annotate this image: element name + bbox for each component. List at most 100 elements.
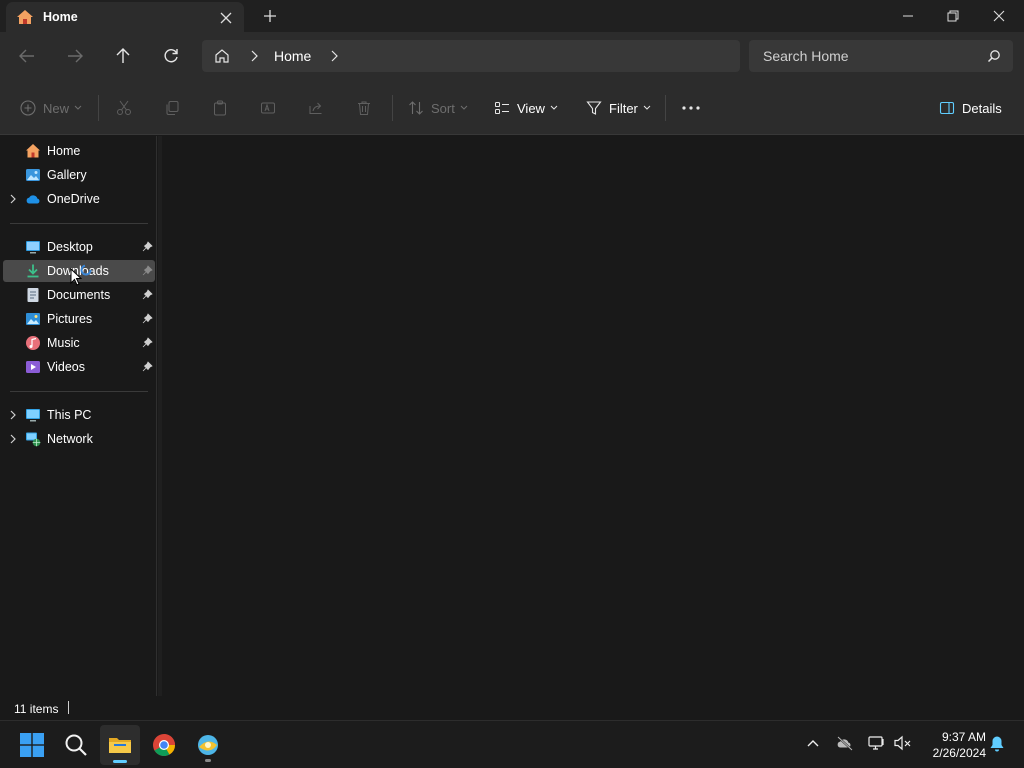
pin-icon[interactable] <box>142 241 153 252</box>
restore-button[interactable] <box>930 0 976 32</box>
home-outline-icon[interactable] <box>214 48 230 64</box>
more-options-button[interactable] <box>682 97 700 119</box>
sidebar-item-label: Music <box>47 336 80 350</box>
sidebar-item-gallery[interactable]: Gallery <box>3 164 155 186</box>
sidebar-item-label: Network <box>47 432 93 446</box>
cut-button[interactable] <box>116 97 132 119</box>
search-input[interactable]: Search Home <box>763 48 849 64</box>
details-button[interactable]: Details <box>939 97 1002 119</box>
new-tab-icon[interactable] <box>260 6 280 26</box>
sort-button[interactable]: Sort <box>408 97 468 119</box>
item-count: 11 items <box>14 702 59 716</box>
network-status-icon[interactable] <box>868 735 886 751</box>
sidebar-item-network[interactable]: Network <box>3 428 155 450</box>
running-indicator <box>205 759 211 762</box>
refresh-button[interactable] <box>159 44 183 68</box>
chevron-right-icon[interactable] <box>9 434 17 444</box>
chevron-right-icon[interactable] <box>9 194 17 204</box>
clock[interactable]: 9:37 AM 2/26/2024 <box>916 729 986 761</box>
sidebar-item-documents[interactable]: Documents <box>3 284 155 306</box>
start-button[interactable] <box>12 725 52 765</box>
status-bar: 11 items <box>0 696 1024 720</box>
breadcrumb-home[interactable]: Home <box>274 48 311 64</box>
chevron-down-icon <box>74 105 82 110</box>
sidebar-item-music[interactable]: Music <box>3 332 155 354</box>
search-icon[interactable] <box>987 49 1001 63</box>
pictures-icon <box>26 313 40 325</box>
sort-label: Sort <box>431 100 455 116</box>
desktop-icon <box>26 241 40 254</box>
arrow-right-icon <box>68 49 83 63</box>
chrome-taskbar-button[interactable] <box>144 725 184 765</box>
chevron-right-icon[interactable] <box>9 410 17 420</box>
chevron-down-icon <box>643 105 651 110</box>
share-button[interactable] <box>308 97 324 119</box>
chevron-down-icon <box>460 105 468 110</box>
pin-icon[interactable] <box>142 265 153 276</box>
sidebar-item-label: Videos <box>47 360 85 374</box>
tab-title: Home <box>43 10 78 24</box>
paste-icon <box>214 100 226 116</box>
navigation-bar: Home Search Home <box>0 32 1024 80</box>
chevron-right-icon[interactable] <box>248 49 260 63</box>
home-icon <box>17 10 33 24</box>
sidebar-item-desktop[interactable]: Desktop <box>3 236 155 258</box>
copy-icon <box>166 101 179 115</box>
notification-bell-icon[interactable] <box>989 735 1005 753</box>
forward-button[interactable] <box>63 44 87 68</box>
view-label: View <box>517 100 545 116</box>
rename-icon <box>261 102 275 114</box>
sidebar-item-label: OneDrive <box>47 192 100 206</box>
view-button[interactable]: View <box>494 97 558 119</box>
address-bar[interactable]: Home <box>202 40 740 72</box>
pin-icon[interactable] <box>142 313 153 324</box>
copy-button[interactable] <box>164 97 180 119</box>
this-pc-icon <box>26 409 40 422</box>
pin-icon[interactable] <box>142 289 153 300</box>
pin-icon[interactable] <box>142 337 153 348</box>
downloads-icon <box>27 264 39 278</box>
search-box[interactable]: Search Home <box>749 40 1013 72</box>
file-explorer-taskbar-button[interactable] <box>100 725 140 765</box>
share-icon <box>309 102 322 114</box>
plus-circle-icon <box>20 100 36 116</box>
tab-home[interactable]: Home <box>6 2 244 32</box>
refresh-icon <box>164 49 178 63</box>
new-button[interactable]: New <box>20 97 82 119</box>
chevron-up-icon[interactable] <box>805 735 821 751</box>
cut-icon <box>117 100 131 115</box>
volume-muted-icon[interactable] <box>894 735 912 751</box>
back-button[interactable] <box>15 44 39 68</box>
date-text: 2/26/2024 <box>932 746 986 760</box>
onedrive-icon <box>26 195 40 204</box>
folder-icon <box>109 738 131 753</box>
arrow-left-icon <box>19 49 34 63</box>
onedrive-offline-icon[interactable] <box>836 735 854 751</box>
sidebar-item-pictures[interactable]: Pictures <box>3 308 155 330</box>
sidebar-item-label: Desktop <box>47 240 93 254</box>
trash-icon <box>358 101 370 115</box>
sidebar-item-this-pc[interactable]: This PC <box>3 404 155 426</box>
documents-icon <box>27 288 39 302</box>
minimize-button[interactable] <box>885 0 931 32</box>
close-tab-icon[interactable] <box>216 8 236 28</box>
app-taskbar-button[interactable] <box>188 725 228 765</box>
view-list-icon <box>495 102 509 114</box>
navigation-pane: Home Gallery OneDrive Desktop Downloads … <box>0 136 157 696</box>
pin-icon[interactable] <box>142 361 153 372</box>
sidebar-item-onedrive[interactable]: OneDrive <box>3 188 155 210</box>
file-list-area[interactable] <box>162 136 1024 696</box>
rename-button[interactable] <box>260 97 276 119</box>
taskbar: 9:37 AM 2/26/2024 <box>0 720 1024 768</box>
paste-button[interactable] <box>212 97 228 119</box>
filter-button[interactable]: Filter <box>586 97 651 119</box>
up-button[interactable] <box>111 44 135 68</box>
delete-button[interactable] <box>356 97 372 119</box>
sidebar-item-home[interactable]: Home <box>3 140 155 162</box>
search-taskbar-button[interactable] <box>56 725 96 765</box>
chevron-right-icon[interactable] <box>328 49 340 63</box>
time-text: 9:37 AM <box>941 730 986 744</box>
sidebar-item-videos[interactable]: Videos <box>3 356 155 378</box>
arrow-up-icon <box>116 48 130 63</box>
close-window-button[interactable] <box>976 0 1022 32</box>
